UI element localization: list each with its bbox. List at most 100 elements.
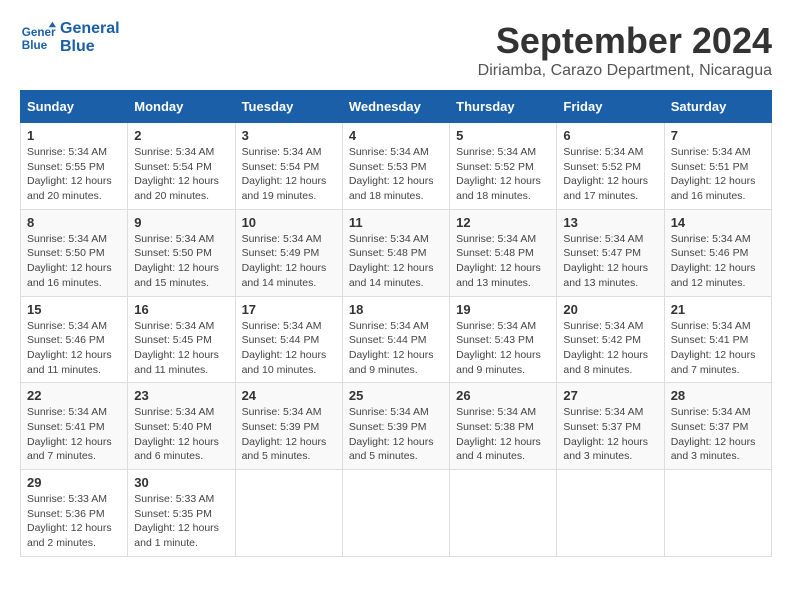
day-info: Sunrise: 5:34 AMSunset: 5:54 PMDaylight:… — [242, 145, 336, 204]
day-number: 26 — [456, 388, 550, 403]
day-info: Sunrise: 5:34 AMSunset: 5:43 PMDaylight:… — [456, 319, 550, 378]
col-header-tuesday: Tuesday — [235, 91, 342, 123]
day-cell: 20Sunrise: 5:34 AMSunset: 5:42 PMDayligh… — [557, 296, 664, 383]
day-number: 27 — [563, 388, 657, 403]
day-number: 9 — [134, 215, 228, 230]
day-cell: 6 Sunrise: 5:34 AMSunset: 5:52 PMDaylight… — [557, 123, 664, 210]
day-number: 2 — [134, 128, 228, 143]
day-cell: 17Sunrise: 5:34 AMSunset: 5:44 PMDayligh… — [235, 296, 342, 383]
day-number: 3 — [242, 128, 336, 143]
day-number: 19 — [456, 302, 550, 317]
day-cell: 2 Sunrise: 5:34 AMSunset: 5:54 PMDaylight… — [128, 123, 235, 210]
logo-line1: General — [60, 20, 120, 38]
day-cell: 15 Sunrise: 5:34 AMSunset: 5:46 PMDayligh… — [21, 296, 128, 383]
day-number: 15 — [27, 302, 121, 317]
day-info: Sunrise: 5:34 AMSunset: 5:46 PMDaylight:… — [27, 319, 121, 378]
day-info: Sunrise: 5:34 AMSunset: 5:49 PMDaylight:… — [242, 232, 336, 291]
day-info: Sunrise: 5:34 AMSunset: 5:54 PMDaylight:… — [134, 145, 228, 204]
day-info: Sunrise: 5:34 AMSunset: 5:39 PMDaylight:… — [349, 405, 443, 464]
day-cell: 28 Sunrise: 5:34 AMSunset: 5:37 PMDayligh… — [664, 383, 771, 470]
day-cell: 12 Sunrise: 5:34 AMSunset: 5:48 PMDayligh… — [450, 209, 557, 296]
day-cell — [664, 470, 771, 557]
day-cell: 14 Sunrise: 5:34 AMSunset: 5:46 PMDayligh… — [664, 209, 771, 296]
day-info: Sunrise: 5:34 AMSunset: 5:53 PMDaylight:… — [349, 145, 443, 204]
day-info: Sunrise: 5:34 AMSunset: 5:41 PMDaylight:… — [27, 405, 121, 464]
col-header-wednesday: Wednesday — [342, 91, 449, 123]
day-cell: 16 Sunrise: 5:34 AMSunset: 5:45 PMDayligh… — [128, 296, 235, 383]
day-number: 6 — [563, 128, 657, 143]
day-cell — [557, 470, 664, 557]
day-info: Sunrise: 5:34 AMSunset: 5:48 PMDaylight:… — [349, 232, 443, 291]
day-info: Sunrise: 5:34 AMSunset: 5:52 PMDaylight:… — [456, 145, 550, 204]
week-row-5: 29 Sunrise: 5:33 AMSunset: 5:36 PMDayligh… — [21, 470, 772, 557]
logo-icon: General Blue — [20, 20, 56, 56]
day-cell: 26 Sunrise: 5:34 AMSunset: 5:38 PMDayligh… — [450, 383, 557, 470]
day-cell: 3 Sunrise: 5:34 AMSunset: 5:54 PMDaylight… — [235, 123, 342, 210]
day-number: 30 — [134, 475, 228, 490]
day-cell — [450, 470, 557, 557]
day-cell: 10 Sunrise: 5:34 AMSunset: 5:49 PMDayligh… — [235, 209, 342, 296]
day-cell: 23Sunrise: 5:34 AMSunset: 5:40 PMDayligh… — [128, 383, 235, 470]
day-number: 21 — [671, 302, 765, 317]
svg-text:Blue: Blue — [22, 39, 48, 52]
title-area: September 2024 Diriamba, Carazo Departme… — [478, 20, 772, 80]
week-row-1: 1 Sunrise: 5:34 AMSunset: 5:55 PMDaylight… — [21, 123, 772, 210]
day-cell: 8 Sunrise: 5:34 AMSunset: 5:50 PMDaylight… — [21, 209, 128, 296]
header-row: SundayMondayTuesdayWednesdayThursdayFrid… — [21, 91, 772, 123]
day-number: 28 — [671, 388, 765, 403]
day-cell: 1 Sunrise: 5:34 AMSunset: 5:55 PMDaylight… — [21, 123, 128, 210]
day-number: 22 — [27, 388, 121, 403]
day-cell: 13 Sunrise: 5:34 AMSunset: 5:47 PMDayligh… — [557, 209, 664, 296]
day-number: 13 — [563, 215, 657, 230]
day-info: Sunrise: 5:34 AMSunset: 5:37 PMDaylight:… — [671, 405, 765, 464]
day-info: Sunrise: 5:34 AMSunset: 5:44 PMDaylight:… — [242, 319, 336, 378]
day-info: Sunrise: 5:34 AMSunset: 5:38 PMDaylight:… — [456, 405, 550, 464]
day-info: Sunrise: 5:33 AMSunset: 5:36 PMDaylight:… — [27, 492, 121, 551]
day-info: Sunrise: 5:34 AMSunset: 5:55 PMDaylight:… — [27, 145, 121, 204]
day-info: Sunrise: 5:34 AMSunset: 5:41 PMDaylight:… — [671, 319, 765, 378]
day-cell: 21 Sunrise: 5:34 AMSunset: 5:41 PMDayligh… — [664, 296, 771, 383]
day-cell: 4 Sunrise: 5:34 AMSunset: 5:53 PMDaylight… — [342, 123, 449, 210]
location-subtitle: Diriamba, Carazo Department, Nicaragua — [478, 62, 772, 80]
day-info: Sunrise: 5:34 AMSunset: 5:47 PMDaylight:… — [563, 232, 657, 291]
day-number: 5 — [456, 128, 550, 143]
day-number: 4 — [349, 128, 443, 143]
day-info: Sunrise: 5:34 AMSunset: 5:44 PMDaylight:… — [349, 319, 443, 378]
month-title: September 2024 — [478, 20, 772, 62]
day-cell: 27Sunrise: 5:34 AMSunset: 5:37 PMDayligh… — [557, 383, 664, 470]
day-info: Sunrise: 5:34 AMSunset: 5:45 PMDaylight:… — [134, 319, 228, 378]
day-info: Sunrise: 5:34 AMSunset: 5:46 PMDaylight:… — [671, 232, 765, 291]
day-number: 25 — [349, 388, 443, 403]
day-number: 7 — [671, 128, 765, 143]
svg-text:General: General — [22, 26, 56, 39]
day-number: 1 — [27, 128, 121, 143]
day-cell: 5 Sunrise: 5:34 AMSunset: 5:52 PMDaylight… — [450, 123, 557, 210]
day-cell: 30 Sunrise: 5:33 AMSunset: 5:35 PMDayligh… — [128, 470, 235, 557]
day-number: 20 — [563, 302, 657, 317]
week-row-3: 15 Sunrise: 5:34 AMSunset: 5:46 PMDayligh… — [21, 296, 772, 383]
day-number: 29 — [27, 475, 121, 490]
col-header-monday: Monday — [128, 91, 235, 123]
calendar-table: SundayMondayTuesdayWednesdayThursdayFrid… — [20, 90, 772, 557]
week-row-4: 22 Sunrise: 5:34 AMSunset: 5:41 PMDayligh… — [21, 383, 772, 470]
col-header-saturday: Saturday — [664, 91, 771, 123]
day-number: 24 — [242, 388, 336, 403]
day-info: Sunrise: 5:33 AMSunset: 5:35 PMDaylight:… — [134, 492, 228, 551]
day-number: 16 — [134, 302, 228, 317]
day-info: Sunrise: 5:34 AMSunset: 5:50 PMDaylight:… — [27, 232, 121, 291]
day-info: Sunrise: 5:34 AMSunset: 5:48 PMDaylight:… — [456, 232, 550, 291]
day-info: Sunrise: 5:34 AMSunset: 5:39 PMDaylight:… — [242, 405, 336, 464]
day-number: 14 — [671, 215, 765, 230]
col-header-sunday: Sunday — [21, 91, 128, 123]
day-number: 10 — [242, 215, 336, 230]
day-cell: 22 Sunrise: 5:34 AMSunset: 5:41 PMDayligh… — [21, 383, 128, 470]
day-cell — [235, 470, 342, 557]
day-cell: 7Sunrise: 5:34 AMSunset: 5:51 PMDaylight… — [664, 123, 771, 210]
day-info: Sunrise: 5:34 AMSunset: 5:52 PMDaylight:… — [563, 145, 657, 204]
day-number: 12 — [456, 215, 550, 230]
day-cell: 24 Sunrise: 5:34 AMSunset: 5:39 PMDayligh… — [235, 383, 342, 470]
day-number: 8 — [27, 215, 121, 230]
day-cell: 25 Sunrise: 5:34 AMSunset: 5:39 PMDayligh… — [342, 383, 449, 470]
day-number: 23 — [134, 388, 228, 403]
day-cell: 19 Sunrise: 5:34 AMSunset: 5:43 PMDayligh… — [450, 296, 557, 383]
